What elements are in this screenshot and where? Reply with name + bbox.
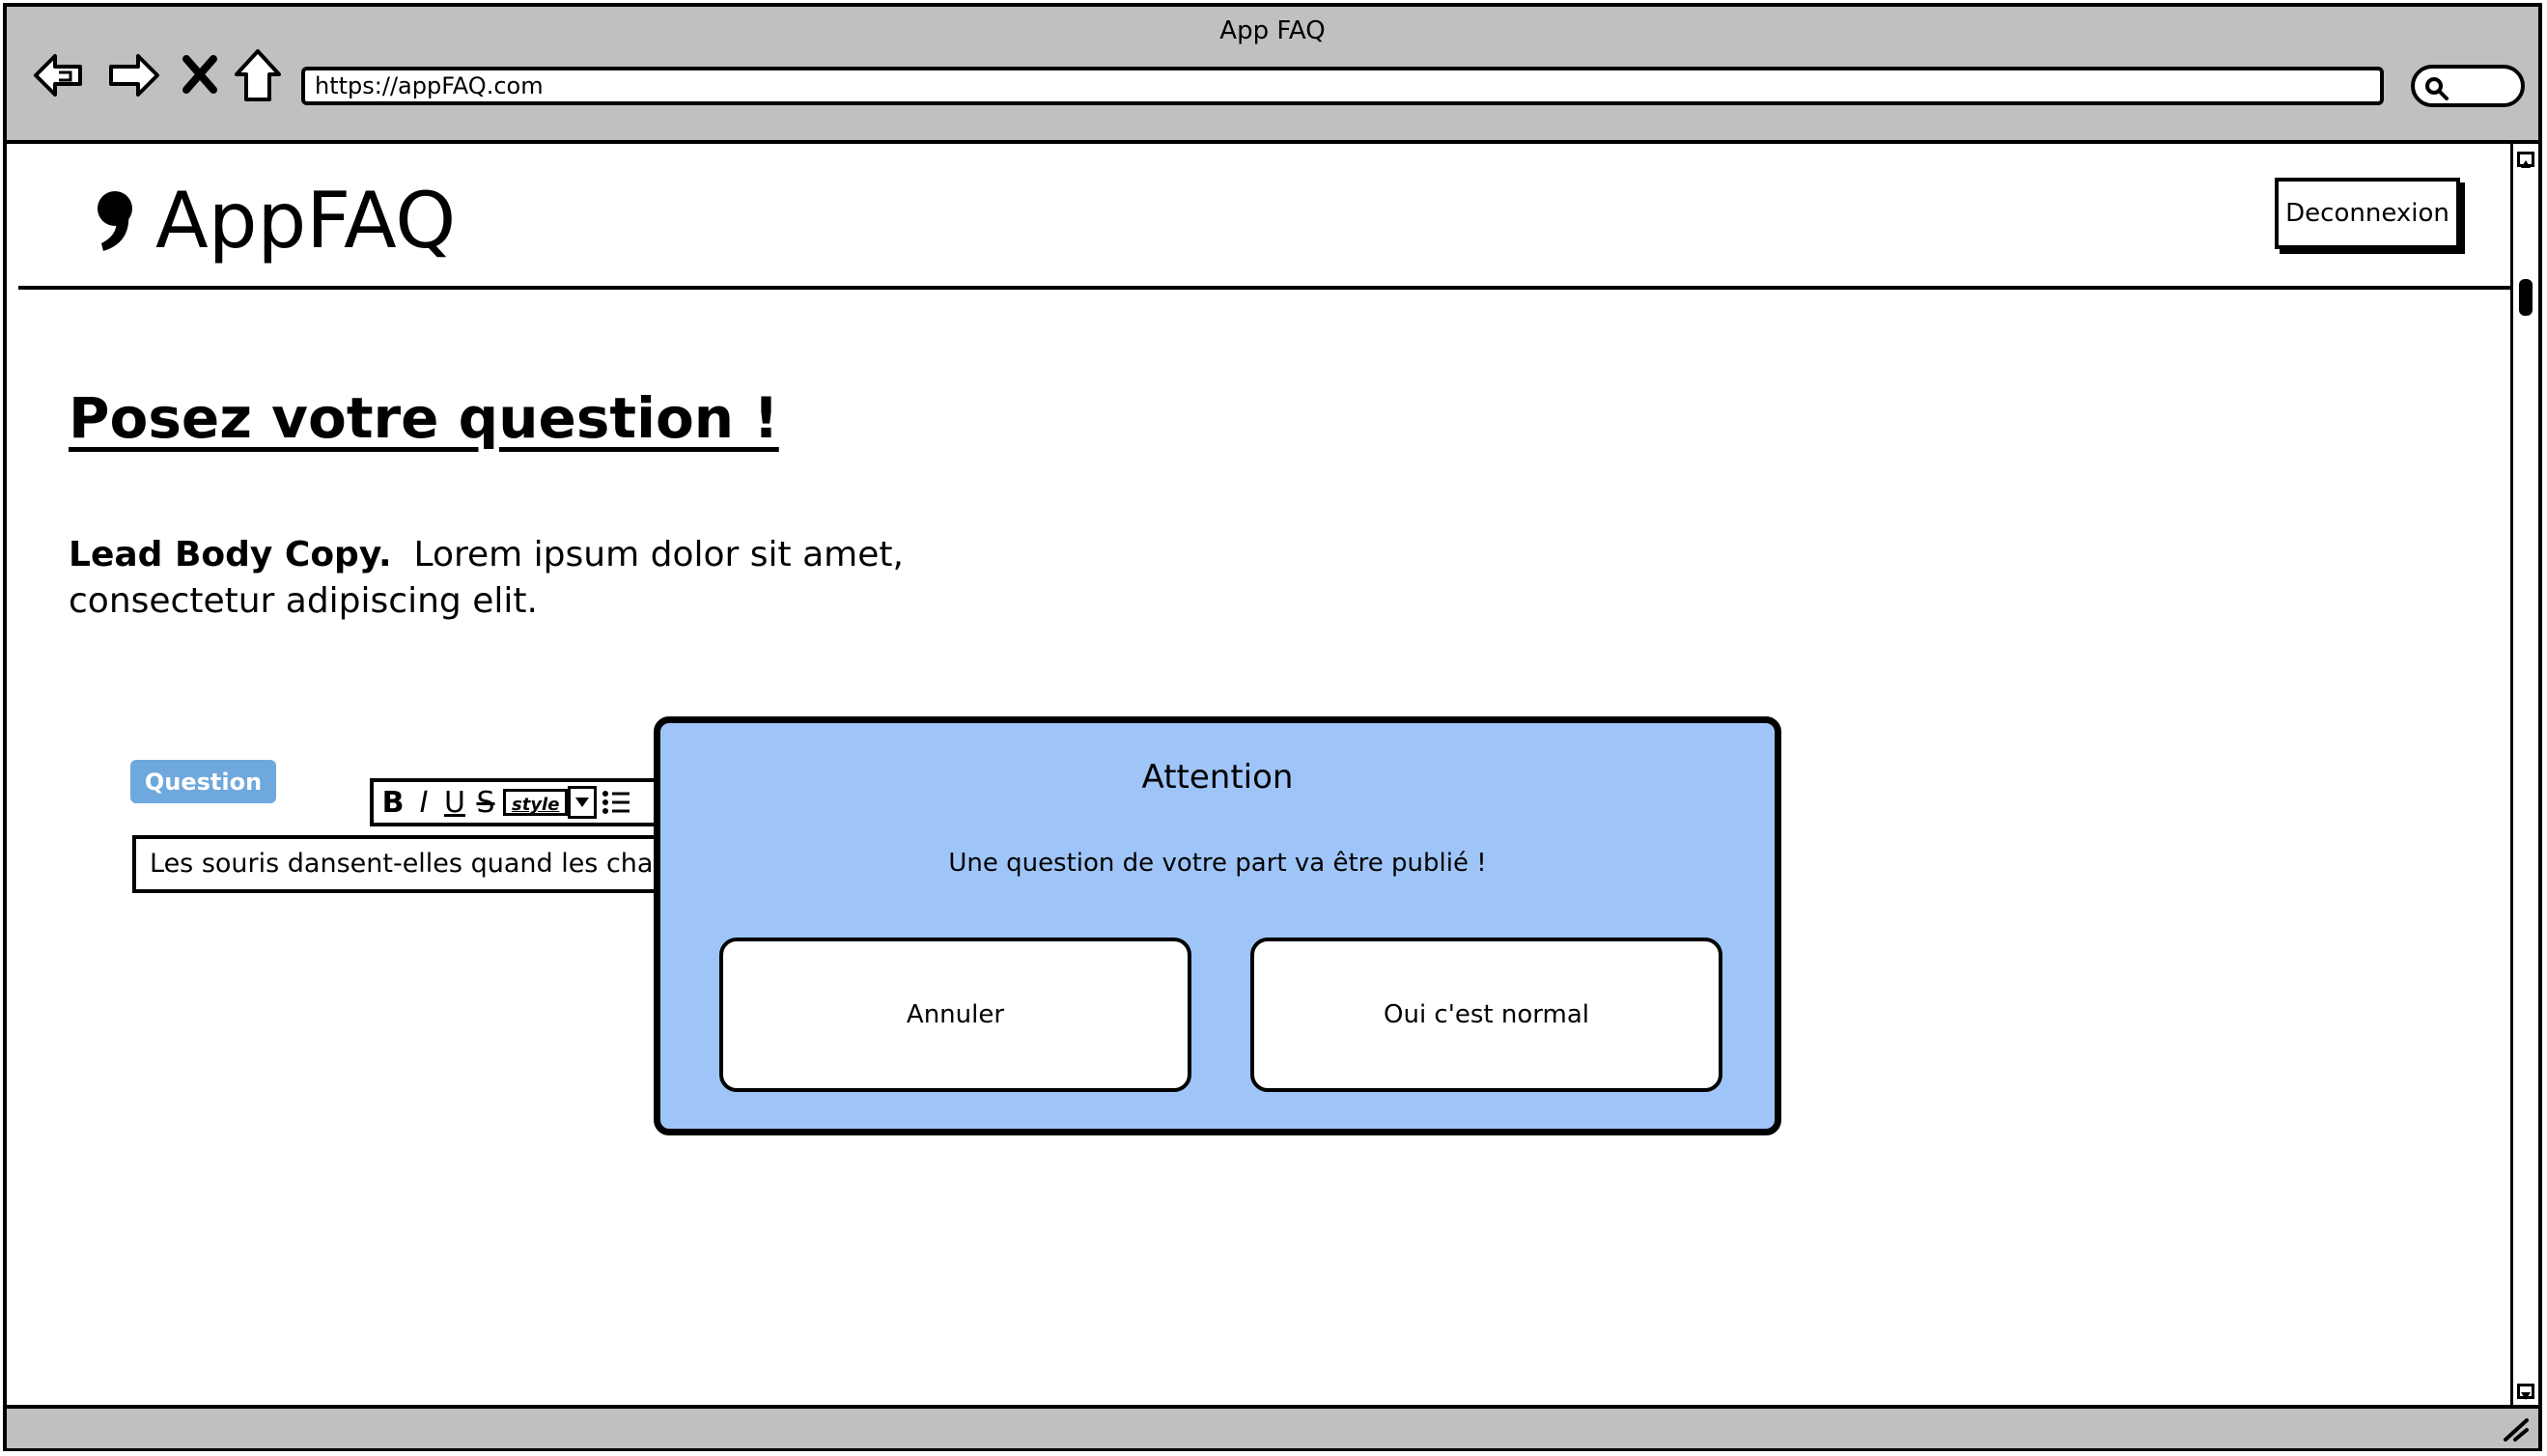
window-title: App FAQ [1219, 16, 1326, 45]
bold-button[interactable]: B [379, 786, 406, 820]
bullet-list-icon[interactable] [601, 787, 631, 818]
arrow-down-icon [2521, 1392, 2531, 1400]
header-divider [18, 286, 2529, 290]
address-bar[interactable]: https://appFAQ.com [301, 67, 2384, 105]
scroll-down-button[interactable] [2517, 1384, 2534, 1400]
question-label-badge: Question [130, 760, 276, 803]
quote-mark-icon [98, 191, 132, 251]
browser-search-field[interactable] [2411, 65, 2525, 107]
app-logo[interactable]: AppFAQ [94, 182, 456, 260]
page-content: AppFAQ Deconnexion Posez votre question … [7, 144, 2529, 1405]
confirmation-dialog: Attention Une question de votre part va … [654, 716, 1781, 1135]
style-select[interactable]: style [503, 789, 569, 816]
page-title: Posez votre question ! [69, 385, 779, 451]
scroll-thumb[interactable] [2519, 279, 2533, 316]
browser-window: App FAQ https://appFAQ.com AppFAQ Deconn… [3, 3, 2542, 1451]
forward-icon[interactable] [103, 45, 163, 105]
question-input[interactable]: Les souris dansent-elles quand les chats… [132, 835, 731, 893]
cancel-button[interactable]: Annuler [719, 938, 1191, 1092]
underline-button[interactable]: U [441, 786, 468, 820]
lead-paragraph: Lead Body Copy. Lorem ipsum dolor sit am… [69, 532, 986, 625]
back-icon[interactable] [30, 45, 90, 105]
status-bar [7, 1405, 2538, 1448]
close-icon[interactable] [173, 45, 233, 105]
editor-toolbar: B I U S style [370, 778, 659, 826]
resize-grip-icon[interactable] [2502, 1416, 2531, 1442]
strikethrough-button[interactable]: S [472, 786, 499, 820]
vertical-scrollbar[interactable] [2510, 144, 2538, 1405]
search-icon [2425, 77, 2449, 100]
browser-chrome: App FAQ https://appFAQ.com [7, 7, 2538, 144]
home-icon[interactable] [229, 45, 289, 105]
style-dropdown-toggle[interactable] [568, 786, 598, 819]
logout-button[interactable]: Deconnexion [2275, 178, 2460, 249]
scroll-up-button[interactable] [2517, 152, 2534, 168]
italic-button[interactable]: I [410, 786, 437, 820]
logo-text: AppFAQ [155, 176, 457, 266]
arrow-up-icon [2521, 160, 2531, 168]
dialog-message: Une question de votre part va être publi… [948, 849, 1487, 878]
dialog-title: Attention [1141, 758, 1294, 797]
confirm-button[interactable]: Oui c'est normal [1250, 938, 1722, 1092]
lead-bold: Lead Body Copy. [69, 535, 392, 574]
chevron-down-icon [575, 798, 590, 807]
